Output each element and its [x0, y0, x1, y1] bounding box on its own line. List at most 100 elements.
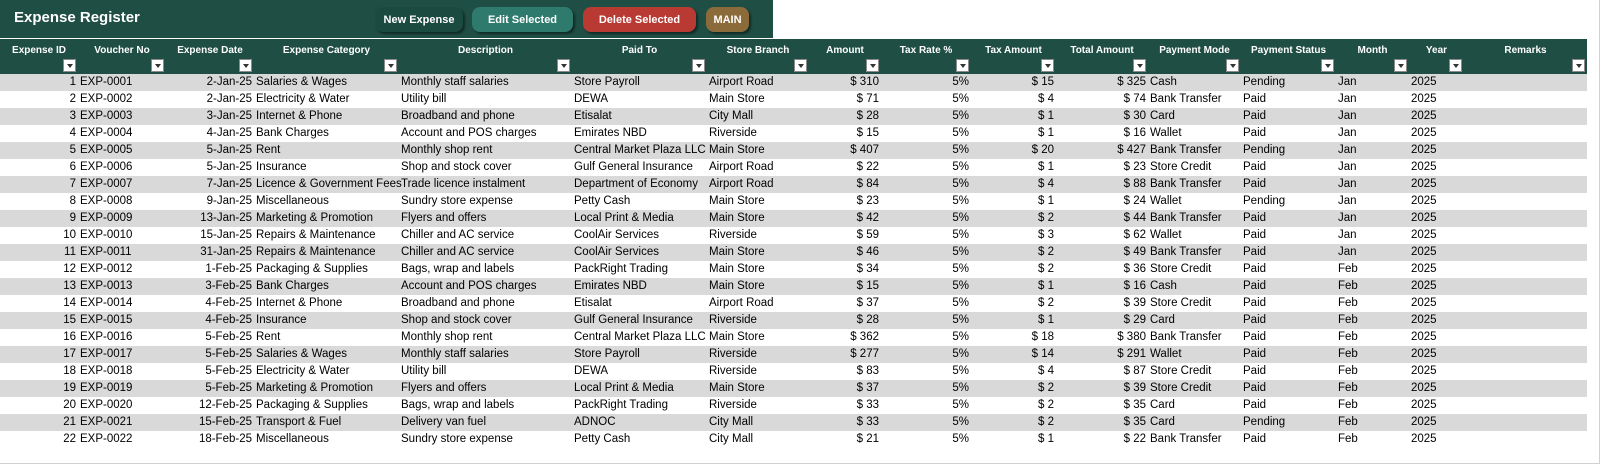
table-cell[interactable]: $ 28 — [809, 108, 881, 125]
table-cell[interactable]: Paid — [1241, 244, 1336, 261]
table-cell[interactable]: Flyers and offers — [399, 380, 572, 397]
table-cell[interactable]: Jan — [1336, 210, 1409, 227]
table-cell[interactable]: 5-Feb-25 — [166, 329, 254, 346]
table-cell[interactable]: Feb — [1336, 261, 1409, 278]
table-cell[interactable]: 7 — [0, 176, 78, 193]
table-cell[interactable]: $ 2 — [971, 261, 1056, 278]
table-cell[interactable]: $ 30 — [1056, 108, 1148, 125]
table-cell[interactable]: 5% — [881, 397, 971, 414]
table-cell[interactable]: 1 — [0, 74, 78, 91]
table-cell[interactable]: Bank Transfer — [1148, 329, 1241, 346]
column-header[interactable]: Tax Rate % — [881, 39, 971, 74]
table-cell[interactable]: 3-Jan-25 — [166, 108, 254, 125]
table-cell[interactable]: Airport Road — [707, 159, 809, 176]
table-cell[interactable]: $ 1 — [971, 125, 1056, 142]
table-cell[interactable]: 5% — [881, 295, 971, 312]
table-cell[interactable]: EXP-0022 — [78, 431, 166, 448]
table-cell[interactable]: EXP-0010 — [78, 227, 166, 244]
table-cell[interactable]: $ 20 — [971, 142, 1056, 159]
table-cell[interactable]: EXP-0005 — [78, 142, 166, 159]
table-cell[interactable]: Paid — [1241, 261, 1336, 278]
table-cell[interactable]: EXP-0017 — [78, 346, 166, 363]
table-cell[interactable]: Broadband and phone — [399, 295, 572, 312]
filter-dropdown-icon[interactable] — [866, 59, 879, 72]
table-cell[interactable]: Central Market Plaza LLC — [572, 142, 707, 159]
table-cell[interactable]: DEWA — [572, 91, 707, 108]
column-header[interactable]: Year — [1409, 39, 1464, 74]
table-cell[interactable]: Monthly staff salaries — [399, 346, 572, 363]
table-cell[interactable] — [1464, 244, 1587, 261]
table-cell[interactable]: Wallet — [1148, 227, 1241, 244]
table-cell[interactable]: $ 2 — [971, 244, 1056, 261]
edit-selected-button[interactable]: Edit Selected — [472, 7, 573, 32]
filter-dropdown-icon[interactable] — [384, 59, 397, 72]
filter-dropdown-icon[interactable] — [1321, 59, 1334, 72]
table-cell[interactable]: 2-Jan-25 — [166, 91, 254, 108]
table-row[interactable]: 12 EXP-0012 1-Feb-25 Packaging & Supplies Ba… — [0, 261, 1587, 278]
table-cell[interactable]: Store Payroll — [572, 74, 707, 91]
table-cell[interactable]: 2025 — [1409, 431, 1464, 448]
table-cell[interactable]: 5% — [881, 108, 971, 125]
table-cell[interactable]: Petty Cash — [572, 193, 707, 210]
table-cell[interactable]: 5% — [881, 227, 971, 244]
table-cell[interactable]: Monthly staff salaries — [399, 74, 572, 91]
table-cell[interactable]: $ 15 — [809, 125, 881, 142]
table-cell[interactable]: 2025 — [1409, 159, 1464, 176]
filter-dropdown-icon[interactable] — [151, 59, 164, 72]
table-cell[interactable]: $ 33 — [809, 397, 881, 414]
table-row[interactable]: 15 EXP-0015 4-Feb-25 Insurance Shop and stoc… — [0, 312, 1587, 329]
table-cell[interactable]: 5% — [881, 278, 971, 295]
table-cell[interactable]: Feb — [1336, 312, 1409, 329]
table-cell[interactable]: 5% — [881, 312, 971, 329]
table-cell[interactable]: Marketing & Promotion — [254, 210, 399, 227]
table-cell[interactable]: 3 — [0, 108, 78, 125]
column-header[interactable]: Remarks — [1464, 39, 1587, 74]
table-cell[interactable]: Riverside — [707, 363, 809, 380]
table-cell[interactable]: 10 — [0, 227, 78, 244]
table-cell[interactable] — [1464, 176, 1587, 193]
table-cell[interactable]: $ 1 — [971, 431, 1056, 448]
table-cell[interactable]: 13 — [0, 278, 78, 295]
table-cell[interactable]: Electricity & Water — [254, 91, 399, 108]
table-cell[interactable]: 9-Jan-25 — [166, 193, 254, 210]
table-cell[interactable]: Jan — [1336, 91, 1409, 108]
table-cell[interactable]: EXP-0011 — [78, 244, 166, 261]
table-cell[interactable] — [1464, 312, 1587, 329]
table-cell[interactable]: 2025 — [1409, 227, 1464, 244]
table-cell[interactable]: 5% — [881, 363, 971, 380]
table-cell[interactable]: $ 310 — [809, 74, 881, 91]
table-cell[interactable]: Repairs & Maintenance — [254, 244, 399, 261]
column-header[interactable]: Payment Mode — [1148, 39, 1241, 74]
table-cell[interactable]: Transport & Fuel — [254, 414, 399, 431]
table-cell[interactable]: $ 15 — [809, 278, 881, 295]
table-cell[interactable]: Paid — [1241, 397, 1336, 414]
table-cell[interactable]: Jan — [1336, 193, 1409, 210]
table-cell[interactable]: City Mall — [707, 414, 809, 431]
table-cell[interactable]: Bank Charges — [254, 278, 399, 295]
table-cell[interactable] — [1464, 295, 1587, 312]
table-cell[interactable]: 5% — [881, 193, 971, 210]
table-cell[interactable]: City Mall — [707, 431, 809, 448]
table-cell[interactable]: Rent — [254, 142, 399, 159]
table-cell[interactable]: 5% — [881, 74, 971, 91]
table-cell[interactable]: Bank Transfer — [1148, 431, 1241, 448]
table-cell[interactable]: Central Market Plaza LLC — [572, 329, 707, 346]
table-cell[interactable]: $ 23 — [1056, 159, 1148, 176]
table-cell[interactable]: 2025 — [1409, 74, 1464, 91]
table-cell[interactable]: 15 — [0, 312, 78, 329]
table-cell[interactable]: $ 88 — [1056, 176, 1148, 193]
table-cell[interactable]: Main Store — [707, 278, 809, 295]
table-cell[interactable]: 2025 — [1409, 363, 1464, 380]
table-cell[interactable]: $ 3 — [971, 227, 1056, 244]
table-cell[interactable]: ADNOC — [572, 414, 707, 431]
table-cell[interactable] — [1464, 261, 1587, 278]
table-cell[interactable]: Card — [1148, 108, 1241, 125]
table-cell[interactable]: CoolAir Services — [572, 244, 707, 261]
table-cell[interactable] — [1464, 278, 1587, 295]
table-cell[interactable]: Store Credit — [1148, 295, 1241, 312]
table-row[interactable]: 8 EXP-0008 9-Jan-25 Miscellaneous Sundry sto… — [0, 193, 1587, 210]
table-cell[interactable]: 4-Feb-25 — [166, 312, 254, 329]
column-header[interactable]: Description — [399, 39, 572, 74]
table-cell[interactable]: Jan — [1336, 125, 1409, 142]
table-cell[interactable]: Insurance — [254, 159, 399, 176]
